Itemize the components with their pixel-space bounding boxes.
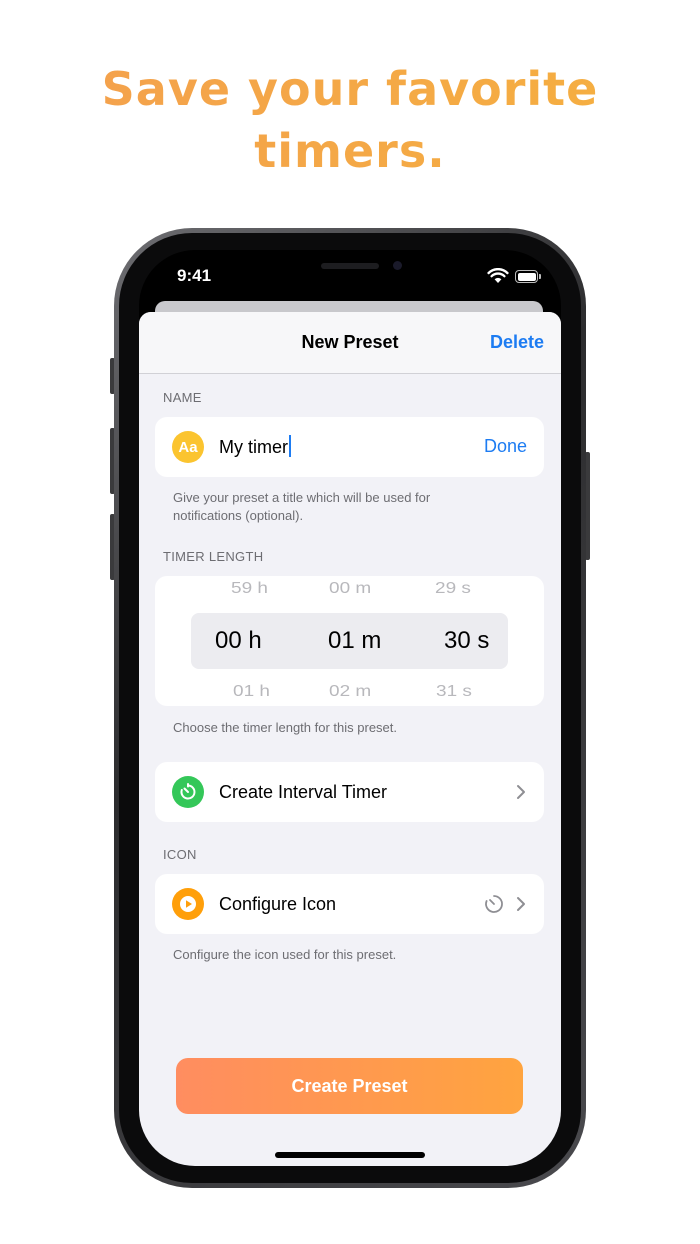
headline-line-2: timers. <box>254 124 446 178</box>
name-field-card[interactable]: Aa My timer Done <box>155 417 544 477</box>
delete-button[interactable]: Delete <box>490 332 544 353</box>
hours-next[interactable]: 01 h <box>233 683 270 701</box>
minutes-prev[interactable]: 00 m <box>329 580 371 598</box>
configure-icon-row[interactable]: Configure Icon <box>155 874 544 934</box>
home-indicator[interactable] <box>275 1152 425 1158</box>
minutes-next[interactable]: 02 m <box>329 683 371 701</box>
wifi-icon <box>487 268 509 283</box>
text-cursor <box>289 435 291 457</box>
name-input-value: My timer <box>219 437 288 457</box>
headline: Save your favorite timers. <box>0 58 700 182</box>
hours-prev[interactable]: 59 h <box>231 580 268 598</box>
phone-screen: 9:41 New Preset Delete NAME Aa My timer … <box>139 250 561 1166</box>
timer-length-picker[interactable]: 59 h 00 h 01 h 00 m 01 m 02 m 29 s 30 s … <box>155 576 544 706</box>
hours-selected[interactable]: 00 h <box>215 627 262 655</box>
create-interval-timer-row[interactable]: Create Interval Timer <box>155 762 544 822</box>
name-input[interactable]: My timer <box>219 435 291 458</box>
new-preset-sheet: New Preset Delete NAME Aa My timer Done … <box>139 312 561 1166</box>
headline-line-1: Save your favorite <box>101 62 599 116</box>
create-preset-button[interactable]: Create Preset <box>176 1058 523 1114</box>
nav-bar: New Preset Delete <box>139 312 561 374</box>
timer-section-header: TIMER LENGTH <box>163 549 264 564</box>
text-aa-icon: Aa <box>172 431 204 463</box>
configure-icon-label: Configure Icon <box>219 894 337 914</box>
timer-icon <box>485 895 503 913</box>
name-section-header: NAME <box>163 390 202 405</box>
minutes-selected[interactable]: 01 m <box>328 627 381 655</box>
done-button[interactable]: Done <box>484 436 527 457</box>
chevron-right-icon <box>517 785 525 799</box>
play-icon <box>172 888 204 920</box>
status-time: 9:41 <box>177 266 212 285</box>
seconds-selected[interactable]: 30 s <box>444 627 489 655</box>
chevron-right-icon <box>517 897 525 911</box>
notch <box>235 250 465 284</box>
icon-section-header: ICON <box>163 847 197 862</box>
aa-icon-label: Aa <box>178 438 198 456</box>
seconds-prev[interactable]: 29 s <box>435 580 471 598</box>
create-interval-timer-label: Create Interval Timer <box>219 782 388 802</box>
stopwatch-icon <box>172 776 204 808</box>
seconds-next[interactable]: 31 s <box>436 683 472 701</box>
timer-footnote: Choose the timer length for this preset. <box>173 720 398 735</box>
icon-footnote: Configure the icon used for this preset. <box>173 947 397 962</box>
battery-icon <box>515 270 541 283</box>
name-footnote: Give your preset a title which will be u… <box>173 490 431 523</box>
